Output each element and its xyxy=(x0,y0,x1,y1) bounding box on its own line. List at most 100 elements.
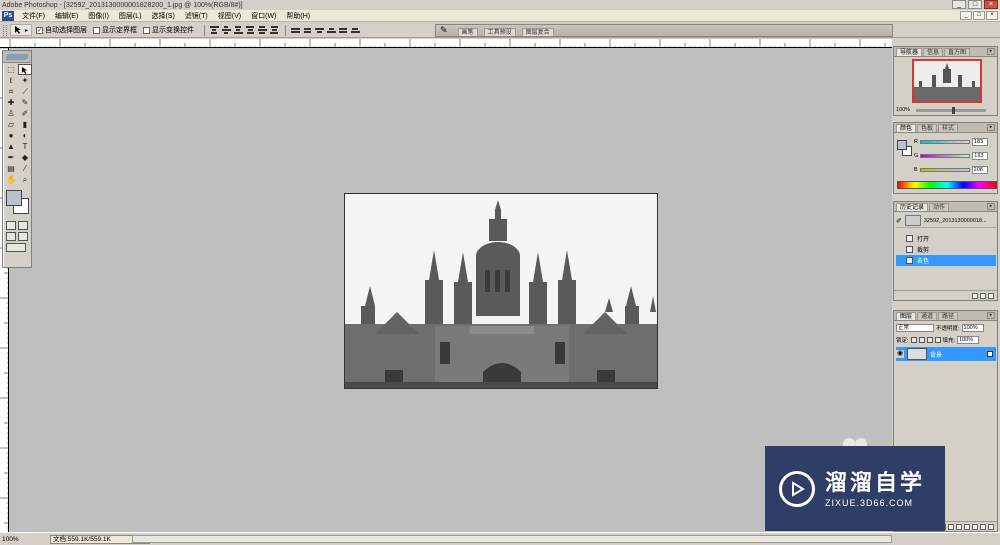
align-hcenter-icon[interactable] xyxy=(257,25,267,35)
history-brush-tool-icon[interactable]: ✐ xyxy=(18,108,32,119)
distribute-vcenter-icon[interactable] xyxy=(302,25,312,35)
lock-image-icon[interactable] xyxy=(918,337,925,343)
align-vcenter-icon[interactable] xyxy=(221,25,231,35)
tab-actions[interactable]: 动作 xyxy=(929,203,950,211)
maximize-button[interactable]: □ xyxy=(968,0,982,9)
doc-minimize-button[interactable]: _ xyxy=(960,11,972,20)
new-layer-icon[interactable] xyxy=(980,523,986,530)
navigator-zoom-value[interactable]: 100% xyxy=(896,107,910,113)
shape-tool-icon[interactable]: ◆ xyxy=(18,152,32,163)
magic-wand-tool-icon[interactable]: ✦ xyxy=(18,75,32,86)
slice-tool-icon[interactable]: ⟋ xyxy=(18,86,32,97)
options-bar-grip[interactable] xyxy=(3,24,7,36)
panel-menu-icon[interactable]: ▸ xyxy=(987,124,995,131)
channel-g-value[interactable]: 193 xyxy=(972,152,989,160)
well-tab-layer-comps[interactable]: 图层复合 xyxy=(521,28,554,36)
menu-edit[interactable]: 编辑(E) xyxy=(50,11,83,21)
gradient-tool-icon[interactable]: ▮ xyxy=(18,119,32,130)
layer-row-background[interactable]: ◉ 背景 xyxy=(896,347,996,361)
history-snapshot[interactable]: ✐ 32592_2013130000018... xyxy=(896,214,996,228)
tab-color[interactable]: 颜色 xyxy=(896,124,917,132)
tab-info[interactable]: 信息 xyxy=(923,48,944,56)
lock-position-icon[interactable] xyxy=(926,337,933,343)
align-right-icon[interactable] xyxy=(269,25,279,35)
doc-restore-button[interactable]: □ xyxy=(973,11,985,20)
channel-r-value[interactable]: 183 xyxy=(971,138,988,146)
align-top-icon[interactable] xyxy=(209,25,219,35)
clone-stamp-tool-icon[interactable]: ♙ xyxy=(4,108,18,119)
adjustment-layer-icon[interactable] xyxy=(972,523,978,530)
align-bottom-icon[interactable] xyxy=(233,25,243,35)
well-tab-brushes[interactable]: 画笔 xyxy=(457,28,478,36)
tab-history[interactable]: 历史记录 xyxy=(896,203,929,211)
channel-b-value[interactable]: 208 xyxy=(971,166,988,174)
distribute-hcenter-icon[interactable] xyxy=(338,25,348,35)
photoshop-logo-icon[interactable]: Ps xyxy=(2,10,14,21)
lock-all-icon[interactable] xyxy=(934,337,941,343)
tab-swatches[interactable]: 色板 xyxy=(917,124,938,132)
distribute-bottom-icon[interactable] xyxy=(314,25,324,35)
tab-paths[interactable]: 路径 xyxy=(938,312,959,320)
layer-mask-icon[interactable] xyxy=(956,523,962,530)
doc-close-button[interactable]: × xyxy=(986,11,998,20)
blur-tool-icon[interactable]: ● xyxy=(4,130,18,141)
menu-layer[interactable]: 图层(L) xyxy=(114,11,147,21)
distribute-top-icon[interactable] xyxy=(290,25,300,35)
distribute-left-icon[interactable] xyxy=(326,25,336,35)
channel-g-slider[interactable] xyxy=(920,154,971,158)
healing-brush-tool-icon[interactable]: ✚ xyxy=(4,97,18,108)
tab-channels[interactable]: 通道 xyxy=(917,312,938,320)
align-left-icon[interactable] xyxy=(245,25,255,35)
tab-styles[interactable]: 样式 xyxy=(938,124,959,132)
layer-style-icon[interactable] xyxy=(948,523,954,530)
standard-mode-button[interactable] xyxy=(6,221,16,230)
dodge-tool-icon[interactable]: ◐ xyxy=(18,130,32,141)
history-state[interactable]: 打开 xyxy=(896,233,996,244)
layer-name[interactable]: 背景 xyxy=(930,350,942,359)
channel-b-slider[interactable] xyxy=(919,168,970,172)
foreground-color-swatch[interactable] xyxy=(897,140,907,150)
close-button[interactable]: × xyxy=(984,0,998,9)
status-zoom[interactable]: 100% xyxy=(0,536,22,543)
document-image[interactable] xyxy=(344,193,658,389)
panel-menu-icon[interactable]: ▸ xyxy=(987,203,995,210)
notes-tool-icon[interactable]: ▤ xyxy=(4,163,18,174)
menu-file[interactable]: 文件(F) xyxy=(17,11,50,21)
navigator-zoom-slider[interactable] xyxy=(916,107,986,114)
history-state[interactable]: 裁剪 xyxy=(896,244,996,255)
trash-icon[interactable] xyxy=(988,292,994,299)
blend-mode-select[interactable]: 正常 xyxy=(896,324,934,332)
crop-tool-icon[interactable]: ⌗ xyxy=(4,86,18,97)
quick-mask-mode-button[interactable] xyxy=(18,221,28,230)
tab-layers[interactable]: 图层 xyxy=(896,312,917,320)
eye-icon[interactable]: ◉ xyxy=(896,350,904,358)
path-selection-tool-icon[interactable]: ▲ xyxy=(4,141,18,152)
new-snapshot-icon[interactable] xyxy=(980,292,986,299)
auto-select-layer-checkbox[interactable]: ✓ 自动选择图层 xyxy=(36,25,87,35)
menu-window[interactable]: 窗口(W) xyxy=(246,11,281,21)
screen-mode-standard-button[interactable] xyxy=(6,232,16,241)
well-tab-tool-presets[interactable]: 工具预设 xyxy=(483,28,516,36)
menu-image[interactable]: 图像(I) xyxy=(83,11,114,21)
tab-navigator[interactable]: 导航器 xyxy=(896,48,923,56)
show-bounding-box-checkbox[interactable]: 显示定界框 xyxy=(93,25,137,35)
fill-field[interactable]: 100% xyxy=(957,336,980,344)
panel-menu-icon[interactable]: ▸ xyxy=(987,312,995,319)
menu-select[interactable]: 选择(S) xyxy=(146,11,179,21)
minimize-button[interactable]: _ xyxy=(952,0,966,9)
lock-transparency-icon[interactable] xyxy=(910,337,917,343)
history-state-selected[interactable]: 去色 xyxy=(896,255,996,266)
move-tool-icon[interactable] xyxy=(18,64,32,75)
color-spectrum-ramp[interactable] xyxy=(897,181,997,189)
new-document-icon[interactable] xyxy=(972,292,978,299)
brush-tool-icon[interactable]: ✎ xyxy=(18,97,32,108)
new-group-icon[interactable] xyxy=(964,523,970,530)
horizontal-scrollbar[interactable] xyxy=(132,535,892,543)
opacity-field[interactable]: 100% xyxy=(961,324,984,332)
hand-tool-icon[interactable]: ✋ xyxy=(4,174,18,185)
jump-to-imageready-button[interactable] xyxy=(6,243,26,252)
type-tool-icon[interactable]: T xyxy=(18,141,32,152)
navigator-thumbnail[interactable] xyxy=(912,59,982,103)
distribute-right-icon[interactable] xyxy=(350,25,360,35)
panel-menu-icon[interactable]: ▸ xyxy=(987,48,995,55)
